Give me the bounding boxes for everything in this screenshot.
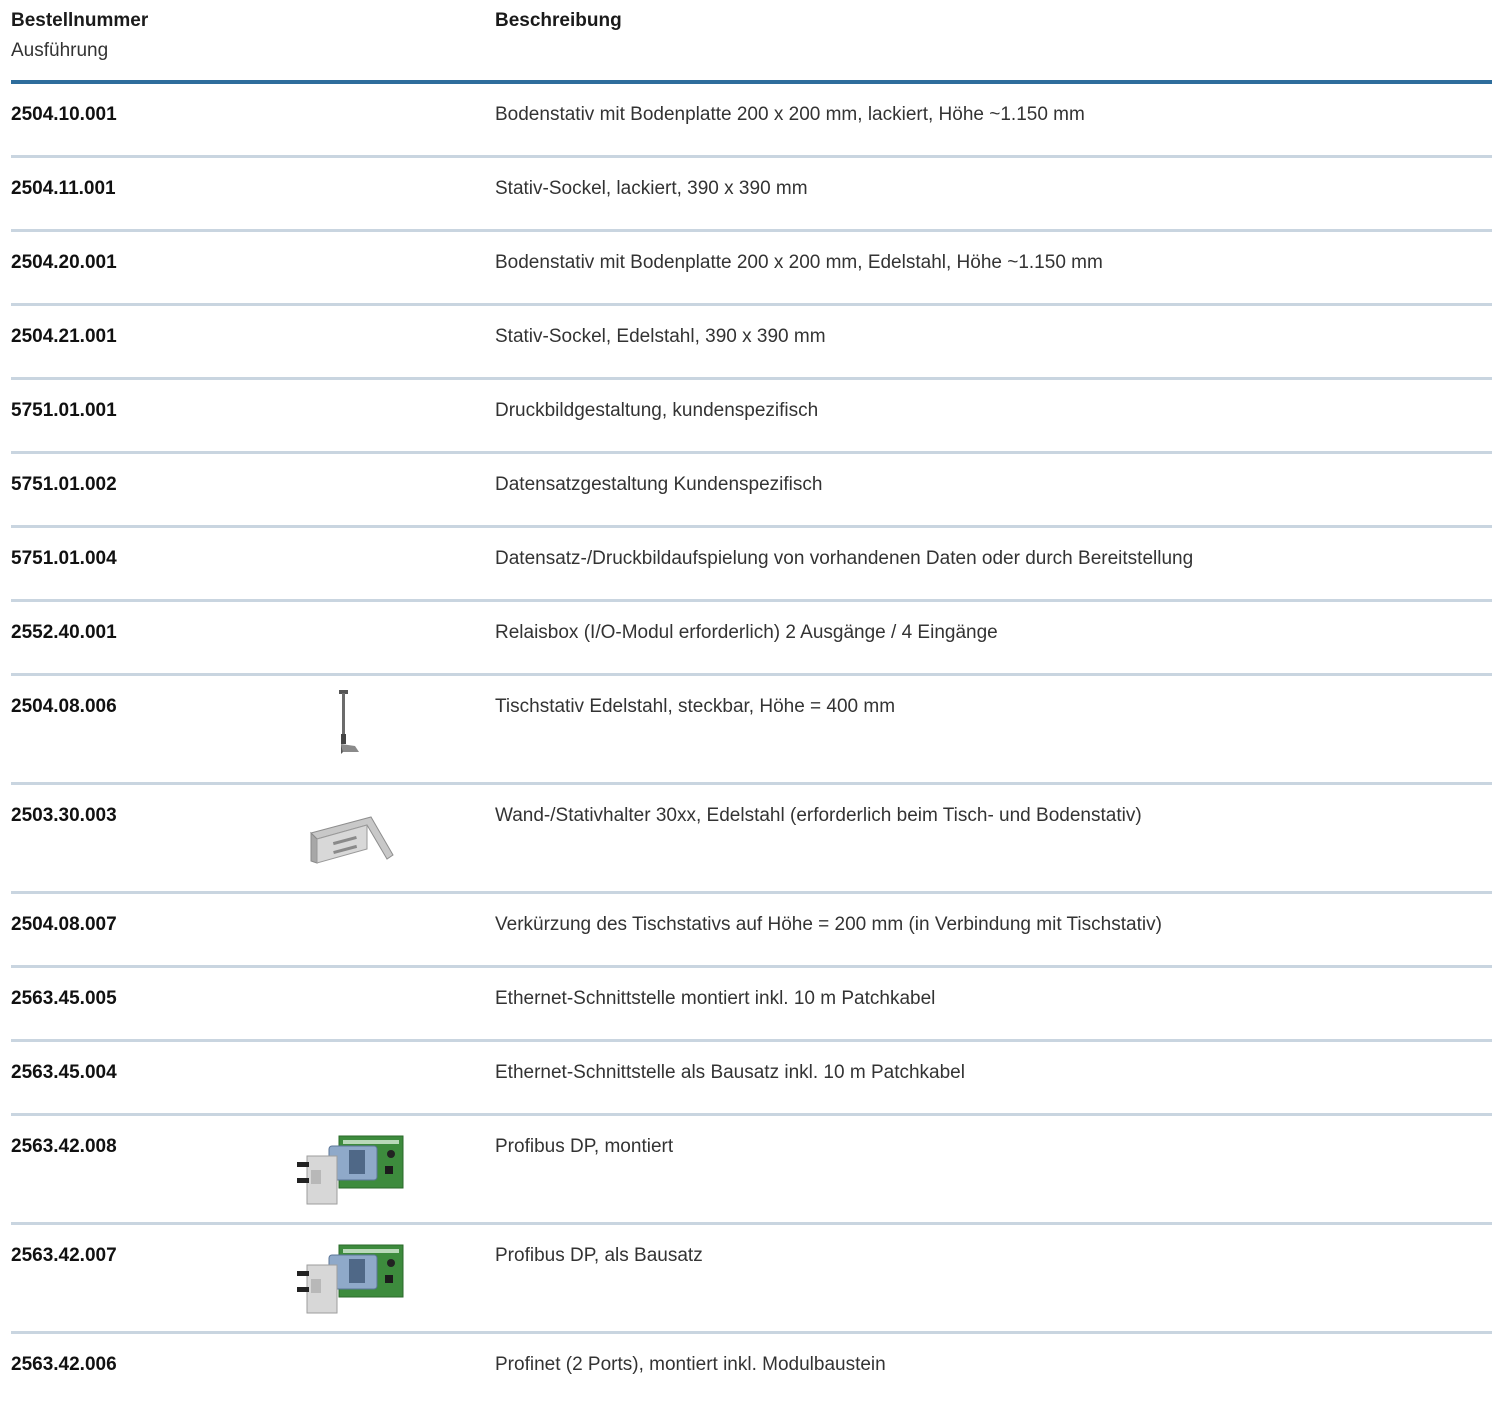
order-number: 2552.40.001 <box>11 622 117 643</box>
description: Datensatz-/Druckbildaufspielung von vorh… <box>495 548 1194 569</box>
order-number: 5751.01.002 <box>11 474 117 495</box>
table-row: 5751.01.002 Datensatzgestaltung Kundensp… <box>11 454 1492 528</box>
table-row: 2504.08.007 Verkürzung des Tischstativs … <box>11 894 1492 968</box>
product-table: 2504.10.001 Bodenstativ mit Bodenplatte … <box>11 84 1492 1408</box>
order-number: 2563.42.007 <box>11 1245 117 1266</box>
order-number: 2504.21.001 <box>11 326 117 347</box>
description: Stativ-Sockel, Edelstahl, 390 x 390 mm <box>495 326 826 347</box>
table-row: 2563.42.007 Profibus DP, als Bausatz <box>11 1225 1492 1334</box>
order-number: 2504.20.001 <box>11 252 117 273</box>
order-number: 2504.10.001 <box>11 104 117 125</box>
order-number: 2563.45.004 <box>11 1062 117 1083</box>
order-number: 5751.01.001 <box>11 400 117 421</box>
wall-bracket-icon <box>310 816 394 864</box>
description: Bodenstativ mit Bodenplatte 200 x 200 mm… <box>495 104 1085 125</box>
description: Tischstativ Edelstahl, steckbar, Höhe = … <box>495 696 896 717</box>
order-number: 5751.01.004 <box>11 548 117 569</box>
description: Bodenstativ mit Bodenplatte 200 x 200 mm… <box>495 252 1103 273</box>
description: Ethernet-Schnittstelle als Bausatz inkl.… <box>495 1062 965 1083</box>
order-number: 2504.08.007 <box>11 914 117 935</box>
table-row: 2563.45.005 Ethernet-Schnittstelle monti… <box>11 968 1492 1042</box>
table-row: 2563.45.004 Ethernet-Schnittstelle als B… <box>11 1042 1492 1116</box>
table-row: 2504.10.001 Bodenstativ mit Bodenplatte … <box>11 84 1492 158</box>
description: Profinet (2 Ports), montiert inkl. Modul… <box>495 1354 886 1375</box>
table-row: 2563.42.006 Profinet (2 Ports), montiert… <box>11 1334 1492 1408</box>
description: Druckbildgestaltung, kundenspezifisch <box>495 400 819 421</box>
table-row: 2552.40.001 Relaisbox (I/O-Modul erforde… <box>11 602 1492 676</box>
table-row: 2503.30.003 Wand-/Stativhalter 30xx, Ede… <box>11 785 1492 894</box>
table-header: Bestellnummer Ausführung Beschreibung <box>11 0 1492 84</box>
description: Ethernet-Schnittstelle montiert inkl. 10… <box>495 988 936 1009</box>
table-row: 2504.11.001 Stativ-Sockel, lackiert, 390… <box>11 158 1492 232</box>
description: Profibus DP, als Bausatz <box>495 1245 703 1266</box>
description: Verkürzung des Tischstativs auf Höhe = 2… <box>495 914 1162 935</box>
table-row: 5751.01.004 Datensatz-/Druckbildaufspiel… <box>11 528 1492 602</box>
order-number: 2504.11.001 <box>11 178 116 199</box>
column-header-order-number: Bestellnummer <box>11 10 149 31</box>
order-number: 2503.30.003 <box>11 805 117 826</box>
table-row: 5751.01.001 Druckbildgestaltung, kundens… <box>11 380 1492 454</box>
profibus-module-icon <box>297 1135 404 1205</box>
order-number: 2563.42.008 <box>11 1136 117 1157</box>
description: Profibus DP, montiert <box>495 1136 674 1157</box>
table-row: 2563.42.008 Profibus DP, montiert <box>11 1116 1492 1225</box>
order-number: 2563.45.005 <box>11 988 117 1009</box>
column-subheader-version: Ausführung <box>11 40 109 61</box>
description: Wand-/Stativhalter 30xx, Edelstahl (erfo… <box>495 805 1142 826</box>
order-number: 2563.42.006 <box>11 1354 117 1375</box>
description: Datensatzgestaltung Kundenspezifisch <box>495 474 823 495</box>
table-row: 2504.20.001 Bodenstativ mit Bodenplatte … <box>11 232 1492 306</box>
description: Relaisbox (I/O-Modul erforderlich) 2 Aus… <box>495 622 998 643</box>
table-stand-icon <box>339 690 359 754</box>
column-header-description: Beschreibung <box>495 10 622 31</box>
profibus-module-icon <box>297 1244 404 1314</box>
table-row: 2504.08.006 Tischstativ Edelstahl, steck… <box>11 676 1492 785</box>
description: Stativ-Sockel, lackiert, 390 x 390 mm <box>495 178 808 199</box>
order-number: 2504.08.006 <box>11 696 117 717</box>
table-row: 2504.21.001 Stativ-Sockel, Edelstahl, 39… <box>11 306 1492 380</box>
